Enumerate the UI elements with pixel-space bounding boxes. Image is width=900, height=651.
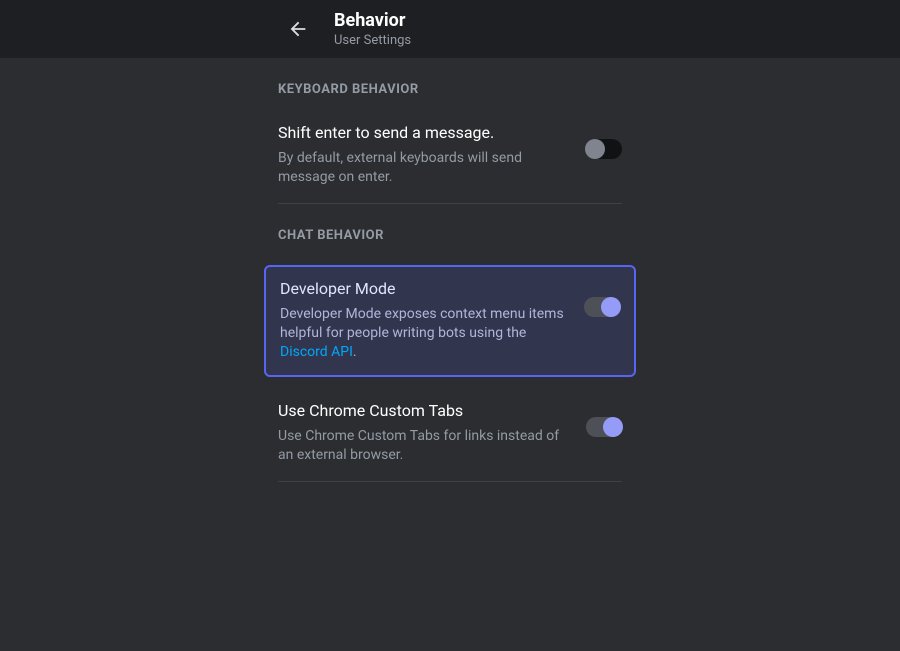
- setting-text: Use Chrome Custom Tabs Use Chrome Custom…: [278, 401, 570, 465]
- back-button[interactable]: [280, 11, 316, 47]
- setting-shift-enter: Shift enter to send a message. By defaul…: [278, 109, 622, 203]
- setting-desc: Use Chrome Custom Tabs for links instead…: [278, 427, 570, 465]
- desc-prefix: Developer Mode exposes context menu item…: [280, 306, 564, 341]
- toggle-shift-enter[interactable]: [586, 139, 622, 159]
- toggle-chrome-tabs[interactable]: [586, 417, 622, 437]
- setting-title: Developer Mode: [280, 279, 568, 299]
- divider: [278, 481, 622, 482]
- content-area: KEYBOARD BEHAVIOR Shift enter to send a …: [260, 58, 640, 482]
- setting-developer-mode: Developer Mode Developer Mode exposes co…: [264, 265, 636, 378]
- setting-text: Shift enter to send a message. By defaul…: [278, 123, 570, 187]
- setting-desc: Developer Mode exposes context menu item…: [280, 305, 568, 362]
- section-header-chat: CHAT BEHAVIOR: [278, 204, 622, 255]
- arrow-left-icon: [287, 18, 309, 40]
- desc-suffix: .: [353, 344, 357, 360]
- setting-title: Use Chrome Custom Tabs: [278, 401, 570, 421]
- toggle-developer-mode[interactable]: [584, 297, 620, 317]
- setting-chrome-tabs: Use Chrome Custom Tabs Use Chrome Custom…: [278, 387, 622, 481]
- settings-panel: KEYBOARD BEHAVIOR Shift enter to send a …: [260, 58, 640, 482]
- section-header-keyboard: KEYBOARD BEHAVIOR: [278, 58, 622, 109]
- page-title: Behavior: [334, 10, 411, 32]
- app-header: Behavior User Settings: [0, 0, 900, 58]
- setting-text: Developer Mode Developer Mode exposes co…: [280, 279, 568, 362]
- setting-desc: By default, external keyboards will send…: [278, 149, 570, 187]
- toggle-knob: [601, 297, 621, 317]
- page-subtitle: User Settings: [334, 33, 411, 49]
- header-titles: Behavior User Settings: [334, 10, 411, 48]
- toggle-knob: [585, 139, 605, 159]
- toggle-knob: [603, 417, 623, 437]
- setting-title: Shift enter to send a message.: [278, 123, 570, 143]
- discord-api-link[interactable]: Discord API: [280, 344, 353, 360]
